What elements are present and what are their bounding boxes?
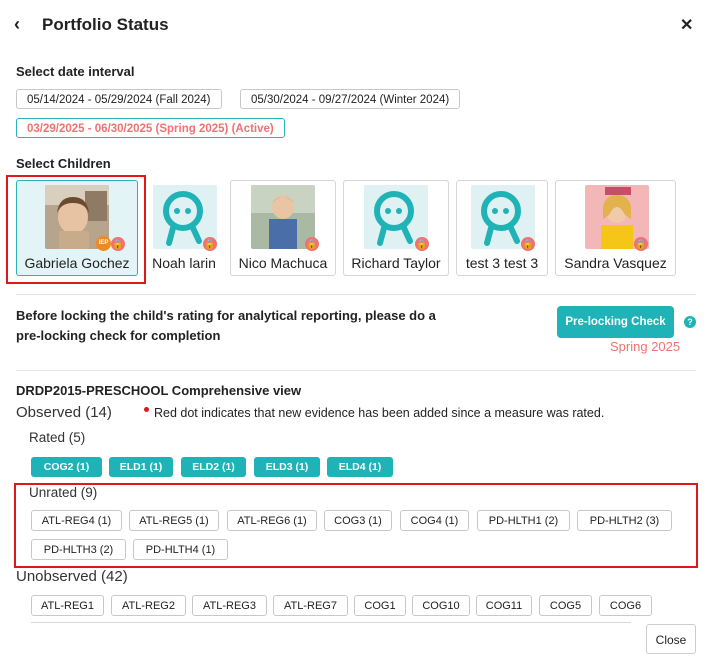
date-interval-spring-2025[interactable]: 03/29/2025 - 06/30/2025 (Spring 2025) (A… — [16, 118, 285, 138]
lock-notice-line2: pre-locking check for completion — [16, 328, 221, 343]
child-name: Noah larin — [152, 255, 216, 271]
lock-icon: 🔒 — [203, 237, 217, 251]
lock-notice-line1: Before locking the child's rating for an… — [16, 308, 436, 323]
rated-chip-eld4[interactable]: ELD4 (1) — [327, 457, 393, 477]
rated-chip-eld3[interactable]: ELD3 (1) — [254, 457, 320, 477]
date-interval-winter-2024[interactable]: 05/30/2024 - 09/27/2024 (Winter 2024) — [240, 89, 461, 109]
unrated-label: Unrated (9) — [29, 485, 98, 500]
lock-icon: 🔒 — [415, 237, 429, 251]
unobserved-chip-cog1[interactable]: COG1 — [354, 595, 406, 616]
date-interval-fall-2024[interactable]: 05/14/2024 - 05/29/2024 (Fall 2024) — [16, 89, 222, 109]
unrated-chip-cog3[interactable]: COG3 (1) — [324, 510, 392, 531]
child-card-test-3[interactable]: 🔒 test 3 test 3 — [456, 180, 548, 276]
date-interval-label: Select date interval — [16, 64, 135, 79]
divider — [16, 294, 696, 295]
child-name: Gabriela Gochez — [24, 255, 130, 271]
lock-icon: 🔒 — [634, 237, 648, 251]
unrated-chip-pd-hlth1[interactable]: PD-HLTH1 (2) — [477, 510, 570, 531]
back-chevron-icon[interactable]: ‹ — [14, 14, 20, 35]
unobserved-chip-cog6[interactable]: COG6 — [599, 595, 652, 616]
unrated-chip-atl-reg4[interactable]: ATL-REG4 (1) — [31, 510, 122, 531]
unrated-chip-atl-reg6[interactable]: ATL-REG6 (1) — [227, 510, 317, 531]
unrated-chip-atl-reg5[interactable]: ATL-REG5 (1) — [129, 510, 219, 531]
child-card-noah-larin[interactable]: 🔒 Noah larin — [146, 180, 222, 276]
red-dot-icon — [144, 407, 149, 412]
view-title: DRDP2015-PRESCHOOL Comprehensive view — [16, 383, 302, 398]
unobserved-chip-cog10[interactable]: COG10 — [412, 595, 470, 616]
child-card-sandra-vasquez[interactable]: 🔒 Sandra Vasquez — [555, 180, 676, 276]
unobserved-chip-cog11[interactable]: COG11 — [476, 595, 532, 616]
lock-icon: 🔒 — [521, 237, 535, 251]
child-card-richard-taylor[interactable]: 🔒 Richard Taylor — [343, 180, 449, 276]
page-title: Portfolio Status — [42, 15, 169, 34]
lock-icon: 🔒 — [111, 237, 125, 251]
help-icon[interactable]: ? — [684, 316, 696, 328]
lock-icon: 🔒 — [305, 237, 319, 251]
rated-label: Rated (5) — [29, 430, 86, 445]
rated-chip-eld1[interactable]: ELD1 (1) — [109, 457, 173, 477]
child-name: Nico Machuca — [238, 255, 328, 271]
close-icon[interactable]: ✕ — [680, 15, 693, 35]
unrated-chip-pd-hlth4[interactable]: PD-HLTH4 (1) — [133, 539, 228, 560]
red-dot-note: Red dot indicates that new evidence has … — [154, 406, 605, 420]
unobserved-chip-atl-reg7[interactable]: ATL-REG7 — [273, 595, 348, 616]
unrated-chip-pd-hlth2[interactable]: PD-HLTH2 (3) — [577, 510, 672, 531]
unrated-chip-pd-hlth3[interactable]: PD-HLTH3 (2) — [31, 539, 126, 560]
unobserved-chip-cog5[interactable]: COG5 — [539, 595, 592, 616]
rated-chip-cog2[interactable]: COG2 (1) — [31, 457, 102, 477]
pre-locking-check-button[interactable]: Pre-locking Check — [557, 306, 674, 338]
child-name: Sandra Vasquez — [564, 255, 667, 271]
unrated-chip-cog4[interactable]: COG4 (1) — [400, 510, 469, 531]
unobserved-chip-atl-reg2[interactable]: ATL-REG2 — [111, 595, 186, 616]
unobserved-label: Unobserved (42) — [16, 568, 128, 585]
child-name: Richard Taylor — [351, 255, 441, 271]
close-button[interactable]: Close — [646, 624, 696, 654]
iep-badge: IEP — [96, 236, 111, 251]
observed-label: Observed (14) — [16, 404, 112, 421]
child-name: test 3 test 3 — [465, 255, 539, 271]
child-card-nico-machuca[interactable]: 🔒 Nico Machuca — [230, 180, 336, 276]
unobserved-chip-atl-reg1[interactable]: ATL-REG1 — [31, 595, 104, 616]
child-card-gabriela-gochez[interactable]: IEP 🔒 Gabriela Gochez — [16, 180, 138, 276]
unobserved-chip-atl-reg3[interactable]: ATL-REG3 — [192, 595, 267, 616]
rated-chip-eld2[interactable]: ELD2 (1) — [181, 457, 246, 477]
cut-off-chip-row — [31, 622, 631, 627]
divider — [16, 370, 696, 371]
term-label: Spring 2025 — [610, 339, 681, 354]
select-children-label: Select Children — [16, 156, 111, 171]
